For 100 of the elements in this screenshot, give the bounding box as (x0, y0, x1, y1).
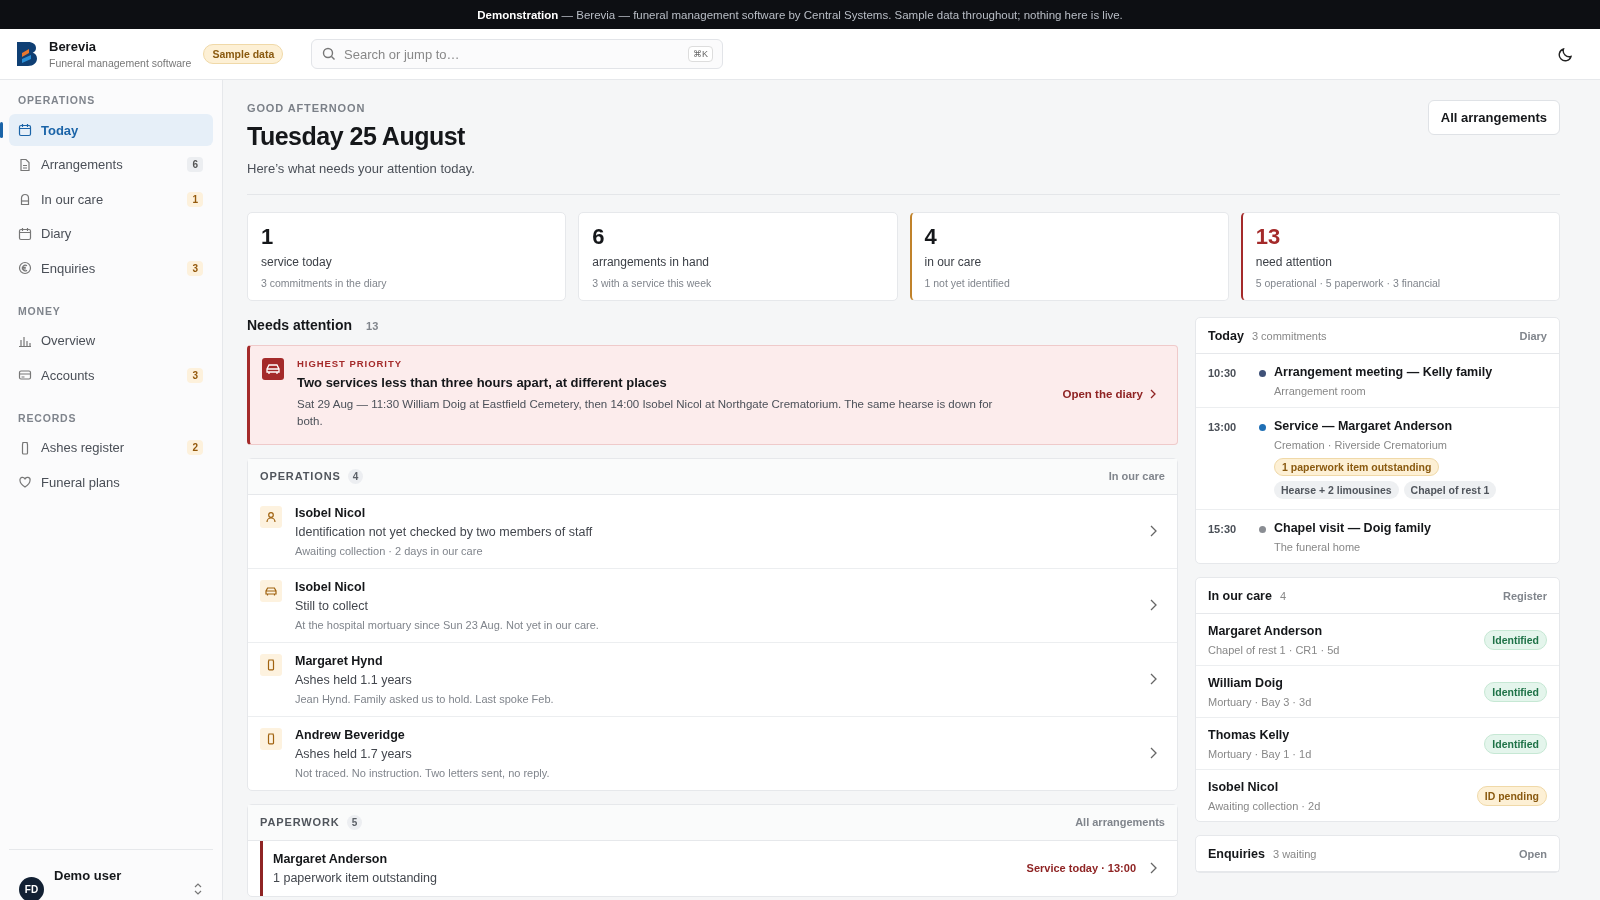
person-location: Awaiting collection · 2d (1208, 800, 1321, 812)
nav-section-title: RECORDS (17, 410, 78, 426)
person-location: Mortuary · Bay 1 · 1d (1208, 748, 1312, 760)
person-location: Mortuary · Bay 3 · 3d (1208, 696, 1312, 708)
attention-row[interactable]: Margaret Anderson 1 paperwork item outstanding Service today · 13:00 (260, 840, 1177, 896)
page-title: Tuesday 25 August (247, 122, 466, 151)
status-badge: ID pending (1476, 786, 1547, 806)
count-badge: 1 (187, 191, 203, 207)
attention-row[interactable]: Isobel Nicol Still to collect At the hospital mortuary since Sun 23 Aug. Not yet in our care. (248, 568, 1177, 643)
heart-icon (18, 475, 32, 489)
card-count: 4 (1279, 590, 1287, 602)
euro-icon (18, 261, 32, 275)
open-diary-link[interactable]: Open the diary (1062, 388, 1157, 401)
stat-value: 4 (924, 224, 938, 250)
event-place: Cremation · Riverside Crematorium (1274, 439, 1447, 451)
chevron-icon (1149, 673, 1157, 685)
row-name: Margaret Hynd (295, 653, 384, 668)
stat-value: 1 (261, 224, 275, 250)
urn-icon (260, 653, 282, 676)
attention-row[interactable]: Margaret Hynd Ashes held 1.1 years Jean Hynd. Family asked us to hold. Last spoke Feb. (248, 642, 1177, 717)
nav-item[interactable]: Diary (9, 217, 213, 250)
person-name: Isobel Nicol (1208, 780, 1279, 794)
stat-label: need attention (1255, 255, 1333, 269)
count-badge: 6 (187, 157, 203, 172)
group-count: 4 (347, 468, 364, 484)
row-note: Awaiting collection · 2 days in our care (295, 544, 484, 557)
attention-row[interactable]: Andrew Beveridge Ashes held 1.7 years Not traced. No instruction. Two letters sent, no reply. (248, 716, 1177, 790)
status-badge: Identified (1484, 682, 1547, 702)
due-label: Service today · 13:00 (1026, 862, 1136, 874)
stat-label: in our care (924, 255, 983, 269)
stat-note: 3 with a service this week (592, 277, 713, 289)
bust-icon (18, 192, 32, 206)
row-detail: Still to collect (295, 598, 369, 613)
group-count: 5 (346, 814, 363, 830)
document-icon (18, 157, 32, 172)
nav-item[interactable]: Enquiries 3 (9, 252, 213, 284)
card-link[interactable]: Open (1518, 848, 1547, 860)
count-badge: 3 (187, 260, 203, 276)
row-detail: Identification not yet checked by two members of staff (295, 524, 594, 539)
stat-note: 1 not yet identified (924, 277, 1011, 289)
status-badge: Identified (1484, 630, 1547, 650)
card-link[interactable]: Register (1502, 590, 1547, 602)
row-detail: 1 paperwork item outstanding (273, 870, 438, 885)
person-name: William Doig (1208, 676, 1283, 690)
nav-item[interactable]: In our care 1 (9, 183, 213, 215)
stat-label: service today (261, 255, 333, 269)
user-avatar: FD (19, 876, 44, 900)
nav-section-title: MONEY (17, 303, 62, 319)
car-icon (262, 358, 284, 380)
card-title: Today (1208, 329, 1244, 343)
nav-item[interactable]: Funeral plans (9, 466, 213, 498)
care-row[interactable]: Isobel Nicol Awaiting collection · 2d ID pending (1196, 770, 1559, 821)
row-name: Margaret Anderson (273, 851, 389, 866)
nav-item[interactable]: Accounts 3 (9, 359, 213, 391)
person-name: Thomas Kelly (1208, 728, 1290, 742)
group-title: PAPERWORK (260, 816, 340, 828)
chevron-icon (1149, 525, 1157, 537)
event-time: 10:30 (1208, 367, 1238, 379)
care-row[interactable]: Thomas Kelly Mortuary · Bay 1 · 1d Identified (1196, 718, 1559, 770)
alert-text: Sat 29 Aug — 11:30 William Doig at Eastfield Cemetery, then 14:00 Isobel Nicol at Northgate Crematorium. The same hearse is down for both. (297, 397, 994, 430)
person-name: Margaret Anderson (1208, 624, 1323, 638)
row-name: Isobel Nicol (295, 505, 367, 520)
section-count: 13 (366, 320, 379, 332)
attention-row[interactable]: Isobel Nicol Identification not yet checked by two members of staff Awaiting collection · 2 days in our care (248, 494, 1177, 569)
brand-name: Berevia (49, 39, 97, 54)
row-detail: Ashes held 1.1 years (295, 672, 413, 687)
nav-item[interactable]: Arrangements 6 (9, 148, 213, 181)
card-link[interactable]: Diary (1519, 330, 1547, 342)
card-icon (18, 368, 32, 382)
calendar-icon (18, 123, 32, 137)
event-place: The funeral home (1274, 541, 1361, 553)
expand-icon[interactable] (193, 882, 203, 896)
care-row[interactable]: William Doig Mortuary · Bay 3 · 3d Identified (1196, 666, 1559, 718)
stat-value: 6 (592, 224, 606, 250)
chevron-icon (1149, 389, 1157, 400)
count-badge: 2 (187, 440, 203, 455)
page-subtitle: Here’s what needs your attention today. (247, 161, 475, 176)
user-name: Demo user (54, 868, 123, 883)
chevron-icon (1149, 747, 1157, 759)
group-link[interactable]: All arrangements (1075, 816, 1165, 828)
sample-data-badge: Sample data (203, 44, 284, 64)
paperwork-alert-badge: 1 paperwork item outstanding (1274, 458, 1440, 476)
group-link[interactable]: In our care (1108, 470, 1165, 482)
section-title: Needs attention (247, 317, 352, 333)
brand-tagline: Funeral management software (49, 57, 192, 69)
event-title: Service — Margaret Anderson (1274, 419, 1453, 433)
search-icon (322, 47, 336, 61)
care-row[interactable]: Margaret Anderson Chapel of rest 1 · CR1 · 5d Identified (1196, 614, 1559, 666)
nav-item[interactable]: Overview (9, 324, 213, 357)
all-arrangements-button[interactable]: All arrangements (1427, 100, 1560, 135)
nav-section-title: OPERATIONS (17, 93, 97, 108)
card-count: 3 waiting (1272, 848, 1317, 860)
group-title: OPERATIONS (260, 470, 341, 482)
row-note: Jean Hynd. Family asked us to hold. Last spoke Feb. (295, 692, 555, 705)
count-badge: 3 (187, 367, 203, 383)
car-icon (260, 579, 282, 602)
stat-value: 13 (1255, 224, 1282, 250)
card-title: In our care (1208, 589, 1272, 603)
nav-item[interactable]: Ashes register 2 (9, 431, 213, 464)
moon-icon[interactable] (1558, 46, 1574, 62)
